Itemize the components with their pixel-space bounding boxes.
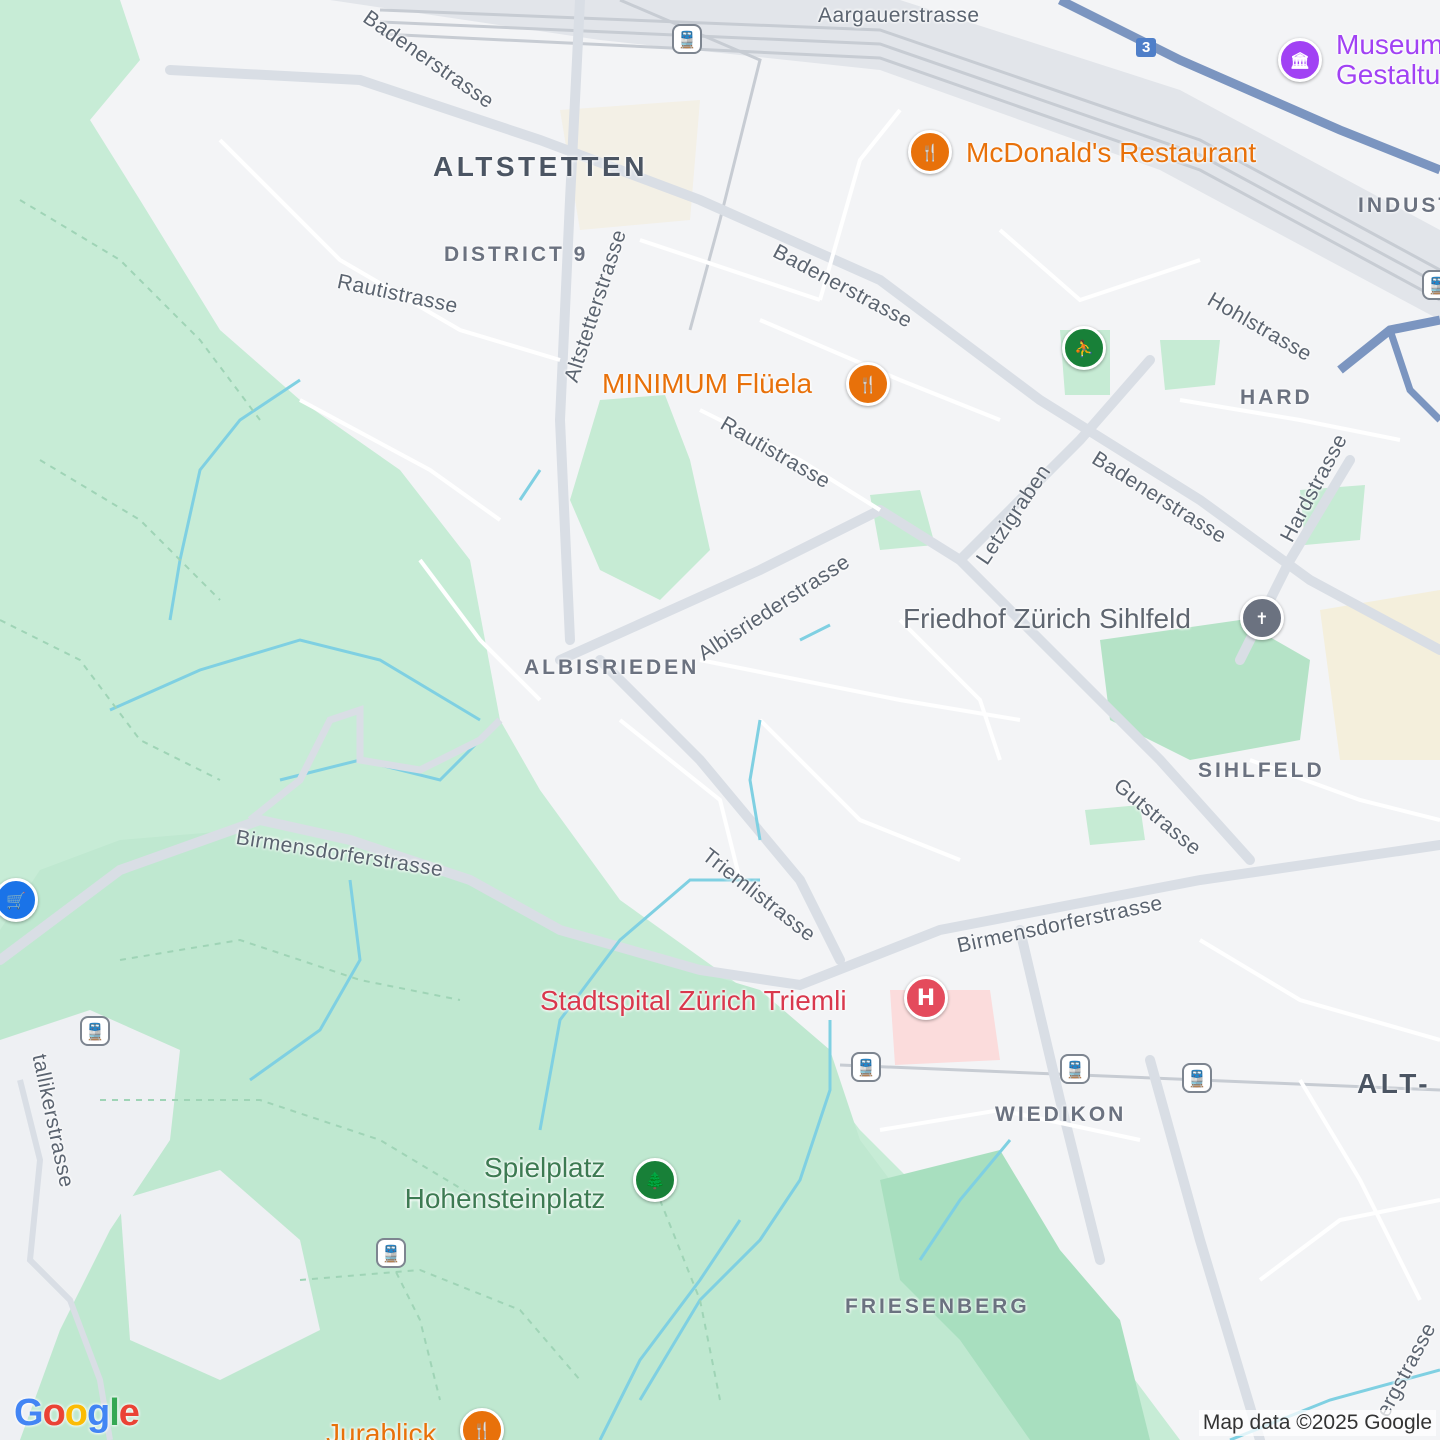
poi-label-spielplatz-line2: Hohensteinplatz [404,1183,606,1214]
fork-knife-icon[interactable]: 🍴 [908,130,952,174]
district-label-district9: DISTRICT 9 [444,243,589,266]
poi-label-spielplatz-line1: Spielplatz [484,1152,606,1183]
district-label-hard: HARD [1240,386,1313,409]
fork-knife-icon[interactable]: 🍴 [846,362,890,406]
poi-label-museum-line1: Museum [1336,29,1440,60]
hospital-icon[interactable]: H [904,976,948,1020]
district-label-altstetten: ALTSTETTEN [433,151,648,182]
district-label-albisrieden: ALBISRIEDEN [524,656,700,679]
tram-stop-icon[interactable]: 🚆 [672,24,702,54]
poi-label-triemli[interactable]: Stadtspital Zürich Triemli [540,985,847,1017]
poi-label-spielplatz[interactable]: Spielplatz Hohensteinplatz [392,1152,606,1214]
map-attribution[interactable]: Map data ©2025 Google [1198,1410,1436,1436]
district-label-wiedikon: WIEDIKON [995,1103,1127,1126]
poi-label-friedhof-sihlfeld[interactable]: Friedhof Zürich Sihlfeld [903,603,1191,635]
tram-stop-icon[interactable]: 🚆 [1422,270,1440,300]
google-logo: Google [14,1392,140,1434]
tram-stop-icon[interactable]: 🚆 [1182,1063,1212,1093]
highway-shield: 3 [1136,38,1157,57]
museum-icon[interactable]: 🏛 [1278,38,1322,82]
poi-label-minimum-fluela[interactable]: MINIMUM Flüela [602,368,812,400]
tram-stop-icon[interactable]: 🚆 [1060,1054,1090,1084]
map-canvas[interactable]: ALTSTETTEN DISTRICT 9 ALBISRIEDEN HARD I… [0,0,1440,1440]
tram-stop-icon[interactable]: 🚆 [80,1016,110,1046]
poi-label-museum[interactable]: Museum Gestaltu [1336,30,1440,90]
poi-label-museum-line2: Gestaltu [1336,59,1440,90]
district-label-indust: INDUST [1358,194,1440,217]
poi-label-jurablick[interactable]: Jurablick [326,1418,436,1440]
poi-label-mcdonalds[interactable]: McDonald's Restaurant [966,137,1256,169]
tree-icon[interactable]: 🌲 [633,1158,677,1202]
district-label-sihlfeld: SIHLFELD [1198,759,1325,782]
cemetery-icon[interactable]: ✝ [1240,596,1284,640]
tram-stop-icon[interactable]: 🚆 [851,1052,881,1082]
map-base-layer [0,0,1440,1440]
district-label-alt-wiedikon: ALT- [1357,1068,1432,1099]
sports-icon[interactable]: ⛹ [1062,326,1106,370]
tram-stop-icon[interactable]: 🚆 [376,1238,406,1268]
street-label-aargauerstrasse: Aargauerstrasse [818,4,980,27]
district-label-friesenberg: FRIESENBERG [845,1295,1030,1318]
